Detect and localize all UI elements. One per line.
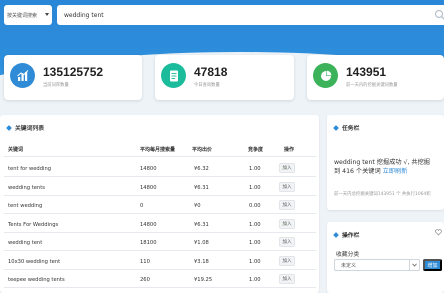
- diamond-icon: [333, 231, 339, 238]
- document-icon: [161, 63, 186, 88]
- chevron-down-icon: [409, 260, 419, 270]
- pie-chart-icon: [313, 63, 338, 88]
- add-button[interactable]: 加入: [279, 200, 295, 210]
- task-status-text: wedding tent 挖掘成功 √, 共挖掘 到 416 个关键词 立即刷新: [334, 159, 430, 175]
- keyword-list-panel: 关键词列表 关键词 平均每月搜索量 平均出价 竞争度 操作 tent for w…: [0, 115, 319, 293]
- table-row: wedding tent 18100 ¥1.08 1.00 加入: [4, 233, 316, 252]
- table-row: tent for wedding 14800 ¥6.32 1.00 加入: [4, 159, 316, 178]
- panel-title: 操作栏: [333, 230, 359, 239]
- search-input[interactable]: [57, 5, 444, 25]
- stat-label: 前一天内的挖掘关键词数量: [346, 83, 398, 88]
- stat-card-total-keywords: 135125752 当前词库数量: [4, 55, 142, 100]
- favorite-category-select[interactable]: 未定义: [334, 259, 420, 271]
- column-header: 平均出价: [192, 147, 213, 153]
- column-header: 平均每月搜索量: [140, 147, 176, 153]
- column-header: 竞争度: [248, 147, 264, 153]
- panel-title: 关键词列表: [6, 123, 44, 132]
- search-mode-label: 按关键词搜索: [7, 12, 38, 19]
- table-row: tent wedding 0 ¥0 0.00 加入: [4, 196, 316, 215]
- add-button[interactable]: 加入: [279, 237, 295, 247]
- table-row: Tents For Weddings 14800 ¥6.31 1.00 加入: [4, 215, 316, 233]
- favorite-category-label: 收藏分类: [336, 252, 360, 258]
- add-button[interactable]: 加入: [279, 274, 295, 284]
- diamond-icon: [6, 124, 12, 131]
- search-icon[interactable]: [434, 9, 444, 21]
- diamond-icon: [333, 124, 339, 131]
- table-row: teepee wedding tents 260 ¥19.25 1.00 加入: [4, 270, 316, 289]
- chart-icon: [10, 63, 35, 88]
- action-panel: 操作栏 收藏分类 未定义 增加: [327, 222, 444, 293]
- column-header: 操作: [284, 147, 295, 153]
- search-mode-select[interactable]: 按关键词搜索: [4, 5, 52, 25]
- add-button[interactable]: 加入: [279, 163, 295, 173]
- stat-value: 135125752: [43, 65, 104, 79]
- chevron-down-icon: [45, 13, 49, 16]
- search-bar: 按关键词搜索: [4, 5, 444, 27]
- stat-card-mined-keywords: 143951 前一天内的挖掘关键词数量: [307, 55, 444, 100]
- stat-value: 47818: [194, 65, 228, 79]
- add-button[interactable]: 加入: [279, 218, 295, 229]
- panel-title: 任务栏: [333, 123, 359, 132]
- column-header: 关键词: [8, 147, 24, 153]
- table-header: 关键词 平均每月搜索量 平均出价 竞争度 操作: [4, 139, 316, 158]
- heart-icon[interactable]: [435, 229, 442, 236]
- stat-card-today-queries: 47818 今日查询数量: [155, 55, 294, 100]
- add-button[interactable]: 加入: [279, 181, 295, 192]
- task-summary-note: 前一天内总挖掘关键词143951 个 共执行1064积: [334, 192, 431, 197]
- add-favorite-button[interactable]: 增加: [423, 259, 442, 271]
- table-row: 10x30 wedding tent 110 ¥3.18 1.00 加入: [4, 252, 316, 270]
- stat-value: 143951: [346, 65, 387, 79]
- stat-label: 当前词库数量: [43, 83, 69, 88]
- add-button[interactable]: 加入: [279, 255, 295, 266]
- refresh-link[interactable]: 立即刷新: [383, 168, 408, 175]
- table-row: wedding tents 14800 ¥6.31 1.00 加入: [4, 178, 316, 196]
- stat-label: 今日查询数量: [194, 83, 220, 88]
- task-panel: 任务栏 wedding tent 挖掘成功 √, 共挖掘 到 416 个关键词 …: [327, 115, 444, 210]
